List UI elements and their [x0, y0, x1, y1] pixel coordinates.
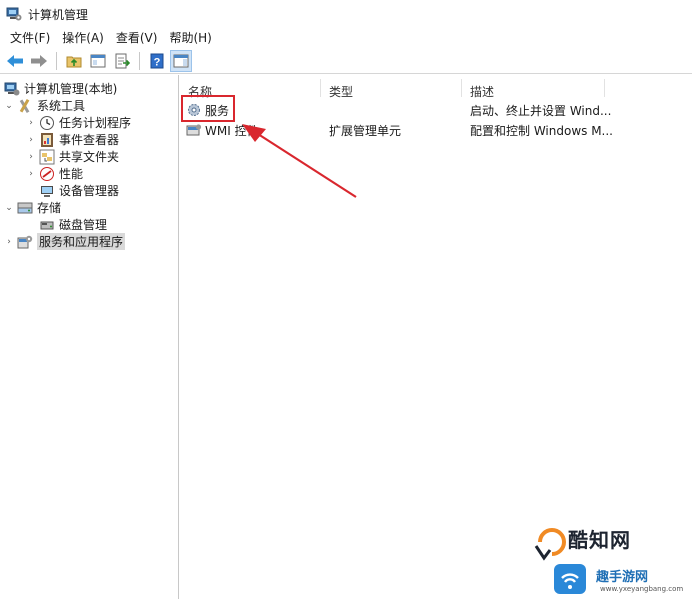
disk-icon: [39, 217, 55, 233]
chevron-right-icon[interactable]: ›: [26, 135, 36, 145]
tree-label: 系统工具: [37, 99, 86, 113]
description-cell: 配置和控制 Windows M...: [470, 123, 613, 138]
menu-action[interactable]: 操作(A): [56, 28, 110, 48]
menu-bar: 文件(F) 操作(A) 查看(V) 帮助(H): [0, 28, 692, 48]
export-list-button[interactable]: [111, 50, 133, 72]
tree-item-system-tools[interactable]: ⌄ 系统工具: [4, 97, 85, 114]
watermark-url: www.yxeyangbang.com: [600, 585, 684, 593]
title-bar: 计算机管理: [0, 0, 692, 28]
tree-label: 设备管理器: [59, 184, 120, 198]
tree-item-shared-folders[interactable]: › 共享文件夹: [26, 148, 119, 165]
toolbar-separator: [56, 51, 57, 70]
tree-label: 磁盘管理: [59, 218, 108, 232]
help-button[interactable]: ?: [146, 50, 168, 72]
watermark-brand: 酷知网: [568, 528, 631, 552]
export-list-icon: [115, 53, 130, 68]
watermark: 酷知网 趣手游网 www.yxeyangbang.com: [530, 520, 690, 598]
watermark-logo-icon: [534, 528, 566, 561]
tree-label: 事件查看器: [59, 133, 120, 147]
tree-label: 性能: [59, 167, 84, 181]
tree-item-performance[interactable]: › 性能: [26, 165, 83, 182]
toolbar-separator: [139, 51, 140, 70]
description-cell: 启动、终止并设置 Wind...: [470, 103, 612, 118]
menu-help[interactable]: 帮助(H): [163, 28, 217, 48]
shared-folder-icon: [39, 149, 55, 165]
highlight-annotation-box: [181, 95, 235, 122]
column-divider[interactable]: [320, 79, 321, 97]
chevron-down-icon[interactable]: ⌄: [4, 101, 14, 111]
tree-label: 计算机管理(本地): [24, 82, 118, 96]
services-apps-icon: [17, 234, 33, 250]
tree-label: 共享文件夹: [59, 150, 120, 164]
column-header-description[interactable]: 描述: [470, 83, 494, 100]
computer-management-icon: [4, 81, 20, 97]
up-one-level-button[interactable]: [63, 50, 85, 72]
show-action-pane-button[interactable]: [170, 49, 192, 72]
chevron-right-icon[interactable]: ›: [26, 118, 36, 128]
menu-view[interactable]: 查看(V): [110, 28, 164, 48]
tree-item-device-manager[interactable]: 设备管理器: [39, 182, 119, 199]
column-divider[interactable]: [461, 79, 462, 97]
show-hide-tree-icon: [90, 54, 106, 67]
chevron-right-icon[interactable]: ›: [4, 237, 14, 247]
tree-item-event-viewer[interactable]: › 事件查看器: [26, 131, 119, 148]
tree-label: 任务计划程序: [59, 116, 132, 130]
back-button[interactable]: [4, 50, 26, 72]
wmi-control-icon: [186, 122, 202, 138]
column-divider[interactable]: [604, 79, 605, 97]
annotation-arrow: [242, 124, 357, 198]
tree-label: 服务和应用程序: [37, 233, 126, 250]
list-row-services[interactable]: 服务 启动、终止并设置 Wind...: [180, 101, 692, 119]
tree-item-services-and-applications[interactable]: › 服务和应用程序: [4, 233, 126, 250]
up-folder-icon: [66, 56, 82, 67]
device-manager-icon: [39, 183, 55, 199]
svg-text:?: ?: [154, 56, 161, 68]
performance-icon: [39, 166, 55, 182]
tools-icon: [17, 98, 33, 114]
storage-icon: [17, 200, 33, 216]
chevron-down-icon[interactable]: ⌄: [4, 203, 14, 213]
chevron-right-icon[interactable]: ›: [26, 169, 36, 179]
tree-item-disk-management[interactable]: 磁盘管理: [39, 216, 107, 233]
help-icon: ?: [150, 53, 164, 68]
event-viewer-icon: [39, 132, 55, 148]
clock-icon: [39, 115, 55, 131]
window-title: 计算机管理: [28, 7, 89, 22]
back-icon: [7, 54, 23, 67]
action-pane-icon: [173, 54, 189, 67]
toolbar: ?: [0, 48, 692, 74]
chevron-right-icon[interactable]: ›: [26, 152, 36, 162]
tree-item-storage[interactable]: ⌄ 存储: [4, 199, 61, 216]
forward-button[interactable]: [28, 50, 50, 72]
tree-label: 存储: [37, 201, 62, 215]
forward-icon: [31, 54, 47, 67]
wifi-logo-icon: [554, 564, 586, 594]
tree-item-computer-management[interactable]: 计算机管理(本地): [4, 80, 117, 97]
watermark-site-name: 趣手游网: [596, 570, 649, 585]
tree-item-task-scheduler[interactable]: › 任务计划程序: [26, 114, 131, 131]
show-hide-tree-button[interactable]: [87, 50, 109, 72]
computer-management-icon: [6, 6, 22, 22]
console-tree: 计算机管理(本地) ⌄ 系统工具 › 任务计划程序 › 事件查看器 › 共享文件…: [0, 75, 179, 599]
menu-file[interactable]: 文件(F): [4, 28, 56, 48]
column-header-type[interactable]: 类型: [329, 83, 353, 100]
